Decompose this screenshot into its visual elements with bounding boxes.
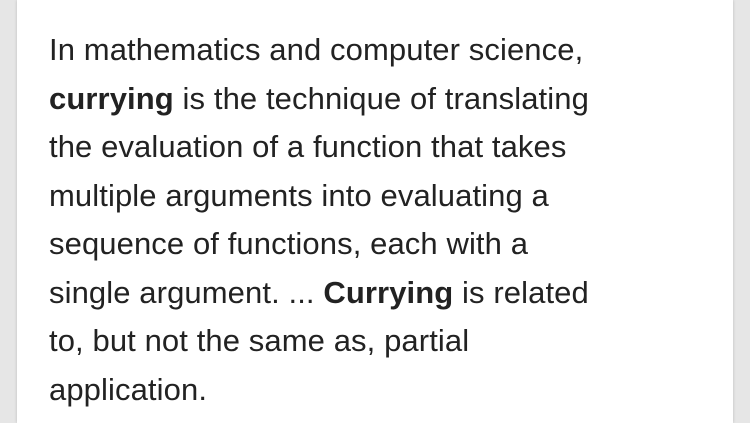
snippet-text-segment: to, but not the same as, partial	[49, 323, 470, 358]
snippet-text-segment: In mathematics and computer science,	[49, 32, 584, 67]
snippet-text-segment: sequence of functions, each with a	[49, 226, 529, 261]
snippet-line-8: application.	[49, 372, 207, 407]
highlighted-term: currying	[49, 80, 174, 116]
snippet-text-segment: multiple arguments into evaluating a	[49, 177, 549, 213]
snippet-text-segment: is the technique of translating	[173, 80, 589, 116]
snippet-line-5: sequence of functions, each with a	[49, 226, 528, 261]
featured-snippet-card: In mathematics and computer science, cur…	[17, 0, 733, 423]
snippet-line-7: to, but not the same as, partial	[49, 323, 469, 358]
snippet-line-1: In mathematics and computer science,	[49, 32, 583, 67]
snippet-text-segment: application.	[49, 371, 208, 407]
screen-background: In mathematics and computer science, cur…	[0, 0, 750, 423]
snippet-line-3: the evaluation of a function that takes	[49, 129, 566, 164]
snippet-line-2: currying is the technique of translating	[49, 81, 589, 116]
snippet-line-4: multiple arguments into evaluating a	[49, 178, 549, 213]
highlighted-term: Currying	[323, 274, 454, 310]
snippet-text: In mathematics and computer science, cur…	[49, 26, 709, 414]
snippet-text-segment: the evaluation of a function that takes	[49, 129, 567, 164]
snippet-text-segment: single argument. ...	[49, 274, 324, 310]
snippet-line-6: single argument. ... Currying is related	[49, 275, 589, 310]
snippet-text-segment: is related	[453, 274, 589, 310]
